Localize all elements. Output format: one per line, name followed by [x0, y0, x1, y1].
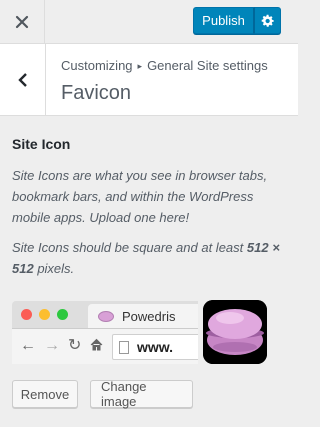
- publish-group: Publish: [193, 7, 281, 34]
- section-title: Favicon: [61, 82, 132, 104]
- browser-tab: Powedris: [88, 304, 198, 328]
- section-header: Customizing ▸ General Site settings Favico…: [0, 44, 298, 116]
- breadcrumb: Customizing ▸ General Site settings: [61, 58, 268, 73]
- size-note: Site Icons should be square and at least…: [12, 238, 286, 280]
- breadcrumb-parent: General Site settings: [147, 58, 268, 73]
- window-minimize-dot: [39, 309, 50, 320]
- chevron-left-icon: [17, 73, 27, 87]
- arrow-back-icon: ←: [20, 337, 36, 354]
- url-bar: www.: [112, 334, 198, 360]
- remove-button[interactable]: Remove: [12, 380, 78, 408]
- favicon-image: [98, 310, 114, 322]
- arrow-forward-icon: →: [44, 337, 60, 354]
- control-description: Site Icons are what you see in browser t…: [12, 168, 268, 225]
- control-title: Site Icon: [12, 136, 71, 152]
- change-image-button[interactable]: Change image: [90, 379, 193, 409]
- customizer-header: Publish: [0, 0, 298, 44]
- site-icon-control: Site Icon Site Icons are what you see in…: [12, 116, 286, 409]
- window-maximize-dot: [57, 309, 68, 320]
- macaron-image: [203, 300, 267, 364]
- browser-toolbar: ← → ↻ www.: [12, 328, 198, 364]
- reload-icon: ↻: [68, 337, 82, 354]
- publish-settings-button[interactable]: [254, 7, 281, 34]
- home-icon: [90, 338, 103, 355]
- app-icon-preview: [203, 300, 267, 364]
- size-note-suffix: pixels.: [33, 261, 75, 277]
- gear-icon: [261, 14, 274, 27]
- browser-preview: Powedris ← → ↻ www.: [12, 301, 198, 364]
- close-button[interactable]: [0, 0, 45, 44]
- site-icon-actions: Remove Change image: [12, 379, 193, 409]
- close-icon: [15, 15, 29, 29]
- page-icon: [119, 340, 129, 354]
- url-text: www.: [137, 339, 174, 355]
- tab-title: Powedris: [122, 308, 176, 324]
- size-note-prefix: Site Icons should be square and at least: [12, 240, 247, 256]
- publish-button[interactable]: Publish: [193, 7, 254, 34]
- breadcrumb-separator: ▸: [137, 61, 143, 71]
- back-button[interactable]: [0, 44, 46, 116]
- breadcrumb-root: Customizing: [61, 58, 133, 73]
- site-icon-preview: Powedris ← → ↻ www.: [12, 296, 286, 366]
- window-close-dot: [21, 309, 32, 320]
